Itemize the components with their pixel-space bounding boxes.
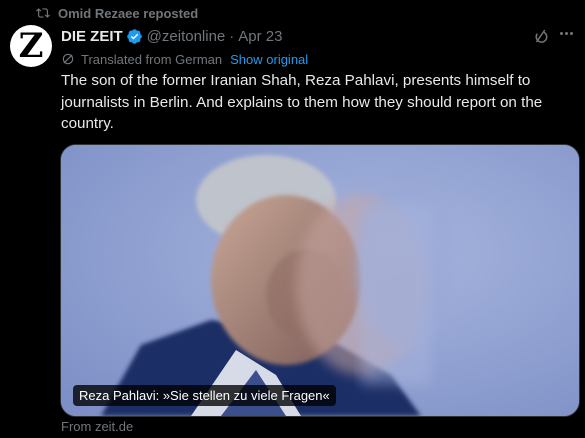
globe-icon: [62, 53, 74, 65]
avatar[interactable]: Z: [10, 25, 52, 67]
translated-label: Translated from German: [81, 51, 223, 67]
repost-icon: [36, 8, 50, 18]
repost-label: Omid Rezaee reposted: [58, 5, 199, 21]
avatar-letter: Z: [18, 26, 44, 66]
translation-notice: Translated from German Show original: [61, 50, 308, 68]
link-card-image[interactable]: Reza Pahlavi: »Sie stellen zu viele Frag…: [60, 144, 580, 417]
tweet-text: The son of the former Iranian Shah, Reza…: [61, 72, 543, 132]
tweet-header: DIE ZEIT @zeitonline · Apr 23: [61, 26, 282, 46]
separator-dot: ·: [229, 27, 235, 45]
press-photo: [61, 145, 579, 416]
grok-icon[interactable]: [532, 27, 550, 45]
repost-banner[interactable]: Omid Rezaee reposted: [36, 4, 198, 22]
verified-badge-icon[interactable]: [126, 28, 143, 45]
more-options-icon[interactable]: [560, 32, 573, 35]
media-caption: Reza Pahlavi: »Sie stellen zu viele Frag…: [73, 385, 336, 406]
link-source[interactable]: From zeit.de: [61, 419, 133, 434]
author-handle[interactable]: @zeitonline: [147, 28, 226, 45]
tweet-date[interactable]: Apr 23: [238, 28, 282, 45]
show-original-link[interactable]: Show original: [230, 52, 308, 67]
author-name[interactable]: DIE ZEIT: [61, 28, 123, 45]
